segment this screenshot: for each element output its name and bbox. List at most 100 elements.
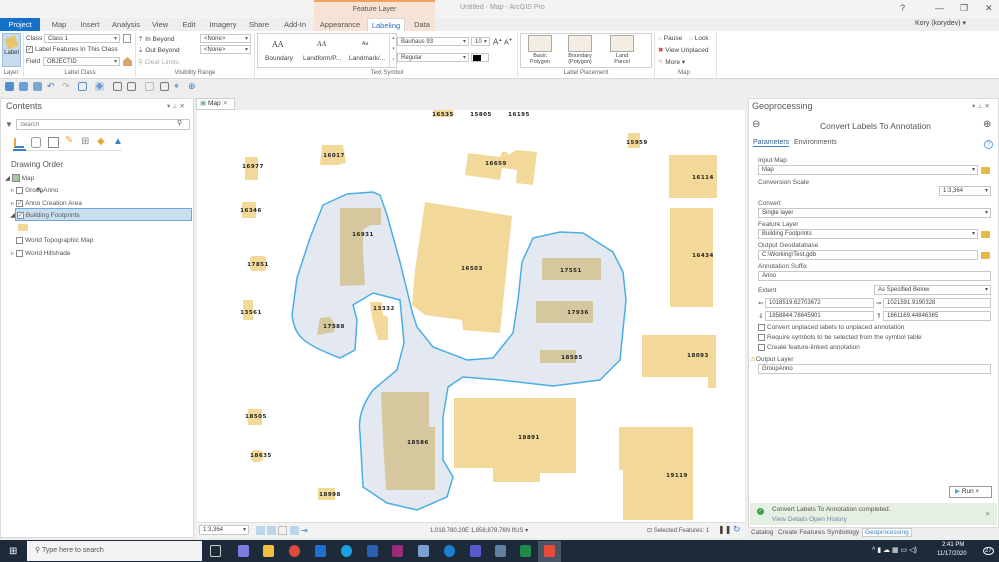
lock-button[interactable]: ⌂ Lock xyxy=(689,35,708,42)
selected-features-count[interactable]: ⊡ Selected Features: 1 xyxy=(647,527,709,534)
zoom-in-icon[interactable]: ⊕ xyxy=(188,82,197,91)
redo-icon[interactable]: ↷ xyxy=(62,82,71,91)
zoom-layer-icon[interactable] xyxy=(127,82,136,91)
explore-icon[interactable]: ✥ xyxy=(95,82,104,91)
file-explorer-icon[interactable] xyxy=(263,545,274,557)
boundary-polygon-icon[interactable] xyxy=(568,35,592,52)
map-canvas[interactable]: 16535 15805 16195 15959 16017 16977 1665… xyxy=(197,110,745,522)
tab-environments[interactable]: Environments xyxy=(794,139,837,146)
save-icon[interactable] xyxy=(33,82,42,91)
field-dropdown[interactable]: OBJECTID xyxy=(43,57,120,66)
tab-parameters[interactable]: Parameters xyxy=(753,139,790,147)
clear-limits-button[interactable]: ⚲ Clear Limits xyxy=(138,58,179,66)
placement-boundary-polygon[interactable]: Boundary (Polygon) xyxy=(566,53,594,65)
layer-anno-creation-area[interactable]: ▹ ✓ Anno Creation Area xyxy=(11,199,82,207)
run-button[interactable]: ▶ Run ▾ xyxy=(949,486,992,498)
search-icon[interactable]: ⚲ xyxy=(177,119,182,127)
conversion-scale-dropdown[interactable]: 1:3,364 xyxy=(939,186,991,196)
more-button[interactable]: ✎ More ▾ xyxy=(658,58,685,66)
help-icon[interactable]: ? xyxy=(984,140,993,149)
extent-right-input[interactable]: 1021591.9190328 xyxy=(883,298,991,308)
annotation-suffix-input[interactable]: Anno xyxy=(758,271,991,281)
require-symbols-checkbox[interactable]: Require symbols to be selected from the … xyxy=(758,334,922,341)
selection-icon[interactable] xyxy=(48,137,59,148)
notifications-icon[interactable]: 27 xyxy=(983,547,994,555)
tab-project[interactable]: Project xyxy=(0,18,40,31)
chrome-icon[interactable] xyxy=(289,545,300,557)
contents-search-input[interactable] xyxy=(16,119,190,130)
layer-groupanno[interactable]: ▹ GroupAnno xyxy=(11,186,58,194)
print-icon[interactable] xyxy=(145,82,154,91)
tab-edit[interactable]: Edit xyxy=(180,18,198,31)
layer-world-topographic[interactable]: World Topographic Map xyxy=(16,237,93,244)
open-project-icon[interactable] xyxy=(19,82,28,91)
output-layer-input[interactable]: GroupAnno xyxy=(758,364,991,374)
sql-icon[interactable] xyxy=(123,34,131,43)
app-icon[interactable] xyxy=(444,545,455,557)
refresh-icon[interactable]: ↻ xyxy=(733,524,741,535)
excel-icon[interactable] xyxy=(520,545,531,557)
skype-icon[interactable] xyxy=(341,545,352,557)
filter-icon[interactable]: ▼ xyxy=(5,120,13,129)
close-button[interactable]: ✕ xyxy=(985,3,993,14)
app-icon[interactable] xyxy=(495,545,506,557)
app-icon[interactable] xyxy=(418,545,429,557)
select-icon[interactable] xyxy=(78,82,87,91)
add-icon[interactable]: ⊕ xyxy=(983,119,991,130)
grid-icon[interactable] xyxy=(278,526,287,535)
tab-appearance[interactable]: Appearance xyxy=(318,18,362,31)
folder-icon[interactable] xyxy=(981,167,990,174)
extent-bottom-input[interactable]: 1858844.78645901 xyxy=(765,311,874,321)
dismiss-message-icon[interactable]: ✕ xyxy=(985,510,990,518)
clock-date[interactable]: 11/17/2020 xyxy=(937,551,967,557)
style-boundary[interactable]: Boundary xyxy=(265,55,293,62)
app-icon[interactable] xyxy=(238,545,249,557)
tab-share[interactable]: Share xyxy=(248,18,270,31)
back-icon[interactable]: ⊖ xyxy=(752,119,760,130)
user-account[interactable]: Kory (korydev) ▾ xyxy=(915,19,966,27)
locate-icon[interactable]: ⌖ xyxy=(174,82,183,91)
map-svg[interactable]: 16535 15805 16195 15959 16017 16977 1665… xyxy=(197,110,745,522)
teams-icon[interactable] xyxy=(470,545,481,557)
tab-map-view[interactable]: ▣ Map ✕ xyxy=(196,98,235,110)
feature-layer-dropdown[interactable]: Building Footprints xyxy=(758,229,978,239)
tab-symbology[interactable]: Symbology xyxy=(827,529,859,536)
snapping-icon[interactable]: ⊞ xyxy=(81,136,89,147)
fixed-zoom-icon[interactable] xyxy=(256,526,265,535)
placement-land-parcel[interactable]: Land Parcel xyxy=(612,53,632,65)
layer-world-hillshade[interactable]: ▹ World Hillshade xyxy=(11,249,70,257)
minimize-button[interactable]: — xyxy=(935,3,944,13)
clock-time[interactable]: 2:41 PM xyxy=(942,542,964,548)
pane-controls[interactable]: ▾ ⊥ ✕ xyxy=(167,102,185,110)
in-beyond-scale[interactable]: <None> xyxy=(200,34,251,43)
view-unplaced-button[interactable]: ✖ View Unplaced xyxy=(658,46,709,54)
labeling-icon[interactable]: ◆ xyxy=(97,136,105,147)
convert-dropdown[interactable]: Single layer xyxy=(758,208,991,218)
feature-linked-checkbox[interactable]: Create feature-linked annotation xyxy=(758,344,860,351)
onenote-icon[interactable] xyxy=(392,545,403,557)
data-source-icon[interactable] xyxy=(31,137,41,148)
layer-building-footprints[interactable]: ◢ ✓ Building Footprints xyxy=(10,211,80,219)
restore-button[interactable]: ❐ xyxy=(960,3,968,14)
tab-create-features[interactable]: Create Features xyxy=(778,529,825,536)
start-icon[interactable]: ⊞ xyxy=(9,546,17,557)
active-app-slot[interactable] xyxy=(538,541,561,562)
label-features-checkbox[interactable]: ✓ Label Features In This Class xyxy=(26,46,118,53)
tab-add-in[interactable]: Add-In xyxy=(282,18,308,31)
snapping-toggle-icon[interactable] xyxy=(267,526,276,535)
basic-polygon-icon[interactable] xyxy=(528,35,552,52)
extent-left-input[interactable]: 1018519.62703672 xyxy=(765,298,874,308)
style-landform[interactable]: Landform/P... xyxy=(303,55,341,62)
pane-controls[interactable]: ▾ ⊥ ✕ xyxy=(972,102,990,110)
scale-dropdown[interactable]: 1:3,364 xyxy=(199,525,249,535)
tab-insert[interactable]: Insert xyxy=(78,18,102,31)
class-dropdown[interactable]: Class 1 xyxy=(44,34,120,43)
new-project-icon[interactable] xyxy=(5,82,14,91)
grow-font-button[interactable]: A▲ xyxy=(493,37,502,47)
gallery-scroll[interactable]: ▴ ▾ ▿ xyxy=(389,33,397,68)
constraints-icon[interactable] xyxy=(290,526,299,535)
task-view-icon[interactable] xyxy=(210,545,221,557)
font-style-dropdown[interactable]: Regular xyxy=(397,53,469,62)
pause-drawing-icon[interactable]: ⇥ xyxy=(301,526,310,535)
zoom-full-icon[interactable] xyxy=(113,82,122,91)
